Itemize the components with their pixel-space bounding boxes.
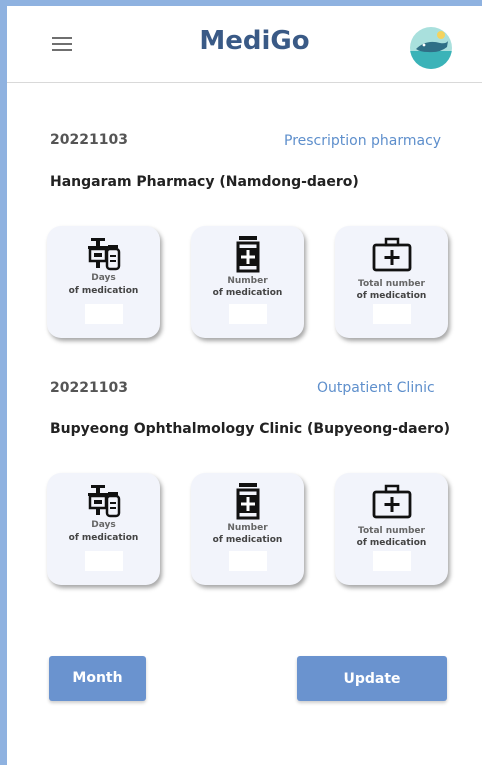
card-label-secondary: of medication — [212, 535, 283, 545]
medicine-bottle-icon — [191, 481, 304, 521]
record-place: Hangaram Pharmacy (Namdong-daero) — [50, 174, 359, 190]
user-avatar[interactable] — [410, 27, 452, 69]
card-label-secondary: of medication — [356, 291, 427, 301]
pills-icon — [47, 234, 160, 274]
number-of-medication-card[interactable]: Number of medication — [191, 473, 304, 585]
card-label-secondary: of medication — [68, 533, 139, 543]
update-button[interactable]: Update — [297, 656, 447, 701]
card-value-box — [85, 551, 123, 571]
card-label-secondary: of medication — [212, 288, 283, 298]
number-of-medication-card[interactable]: Number of medication — [191, 226, 304, 338]
app-header: MediGo — [7, 6, 482, 83]
card-value-box — [229, 551, 267, 571]
days-of-medication-card[interactable]: Days of medication — [47, 473, 160, 585]
card-value-box — [373, 304, 411, 324]
medicine-bottle-icon — [191, 234, 304, 274]
card-label-primary: Total number — [358, 526, 425, 536]
card-label-primary: Days — [91, 520, 116, 530]
card-label-secondary: of medication — [68, 286, 139, 296]
pills-icon — [47, 481, 160, 521]
app-screen: MediGo 20221103 Prescription pharmacy Ha… — [7, 6, 482, 765]
record-type-link[interactable]: Prescription pharmacy — [284, 133, 441, 149]
card-label-primary: Number — [227, 276, 268, 286]
record-date: 20221103 — [50, 132, 128, 148]
days-of-medication-card[interactable]: Days of medication — [47, 226, 160, 338]
total-number-of-medication-card[interactable]: Total number of medication — [335, 226, 448, 338]
month-button[interactable]: Month — [49, 656, 146, 701]
card-value-box — [229, 304, 267, 324]
first-aid-kit-icon — [335, 234, 448, 274]
card-label-primary: Total number — [358, 279, 425, 289]
record-type-link[interactable]: Outpatient Clinic — [317, 380, 435, 396]
card-label-primary: Days — [91, 273, 116, 283]
card-value-box — [85, 304, 123, 324]
first-aid-kit-icon — [335, 481, 448, 521]
record-place: Bupyeong Ophthalmology Clinic (Bupyeong-… — [50, 421, 450, 437]
card-label-secondary: of medication — [356, 538, 427, 548]
card-label-primary: Number — [227, 523, 268, 533]
record-date: 20221103 — [50, 380, 128, 396]
total-number-of-medication-card[interactable]: Total number of medication — [335, 473, 448, 585]
card-value-box — [373, 551, 411, 571]
